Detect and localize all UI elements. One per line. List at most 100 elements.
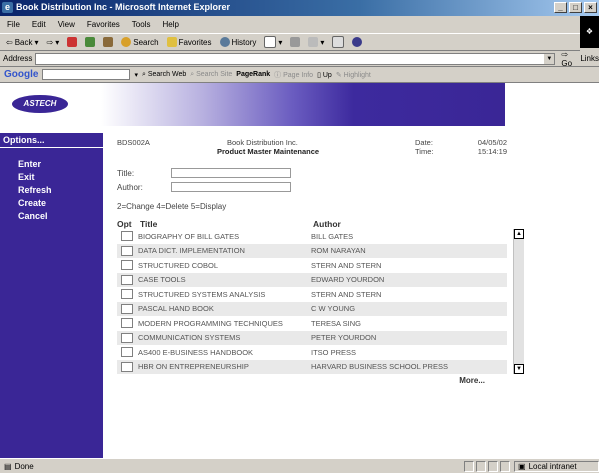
edit-icon	[308, 37, 319, 47]
address-input[interactable]: ▼	[35, 52, 556, 65]
screen-header: BDS002A Book Distribution Inc. Product M…	[117, 138, 507, 166]
google-logo[interactable]: Google	[4, 69, 38, 80]
print-button[interactable]	[288, 37, 302, 47]
table-row: BIOGRAPHY OF BILL GATES BILL GATES	[117, 229, 507, 244]
status-segment	[488, 460, 498, 472]
menu-tools[interactable]: Tools	[129, 20, 154, 29]
search-site-label: Search Site	[196, 70, 233, 78]
row-author: ITSO PRESS	[311, 347, 357, 357]
title-filter-label: Title:	[117, 168, 135, 178]
search-button[interactable]: Search	[119, 37, 160, 47]
chevron-down-icon[interactable]: ▼	[544, 53, 555, 64]
chevron-down-icon: ▾	[278, 37, 283, 47]
menu-favorites[interactable]: Favorites	[84, 20, 123, 29]
favorites-button[interactable]: Favorites	[165, 37, 214, 47]
option-input[interactable]	[121, 318, 133, 329]
sidebar-item-enter[interactable]: Enter	[18, 158, 103, 171]
pagerank-indicator[interactable]: PageRank	[236, 71, 270, 78]
search-web-label: Search Web	[147, 70, 187, 78]
scroll-down-button[interactable]: ▼	[514, 364, 524, 374]
company-name: Book Distribution Inc.	[227, 138, 298, 147]
menu-view[interactable]: View	[55, 20, 78, 29]
back-button[interactable]: ⇦ Back ▾	[4, 38, 41, 47]
chevron-down-icon[interactable]: ▾	[134, 71, 138, 79]
favorites-icon	[166, 37, 177, 47]
security-zone: ▣ Local intranet	[514, 460, 599, 472]
maximize-button[interactable]: □	[569, 2, 582, 13]
screen-title: Product Master Maintenance	[217, 147, 320, 156]
history-icon	[219, 37, 230, 47]
menu-edit[interactable]: Edit	[29, 20, 49, 29]
row-author: STERN AND STERN	[311, 260, 382, 270]
menu-help[interactable]: Help	[159, 20, 181, 29]
main-content: BDS002A Book Distribution Inc. Product M…	[117, 138, 524, 385]
forward-button[interactable]: ⇨ ▾	[45, 38, 62, 47]
mail-icon	[264, 36, 277, 48]
links-button[interactable]: Links	[580, 54, 599, 63]
highlight-button[interactable]: ✎ Highlight	[336, 71, 371, 79]
refresh-button[interactable]	[83, 37, 97, 47]
mail-button[interactable]: ▾	[262, 36, 284, 48]
menu-file[interactable]: File	[4, 20, 23, 29]
row-author: ROM NARAYAN	[311, 246, 366, 256]
author-filter-input[interactable]	[171, 182, 291, 192]
row-title: PASCAL HAND BOOK	[138, 304, 214, 314]
close-button[interactable]: ×	[584, 2, 597, 13]
edit-button[interactable]: ▾	[306, 37, 326, 47]
row-author: TERESA SING	[311, 318, 362, 328]
option-input[interactable]	[121, 260, 133, 271]
option-input[interactable]	[121, 245, 133, 256]
row-author: PETER YOURDON	[311, 333, 377, 343]
messenger-button[interactable]	[350, 37, 364, 47]
search-web-button[interactable]: ⌕ Search Web	[142, 71, 186, 79]
row-author: STERN AND STERN	[311, 289, 382, 299]
row-author: BILL GATES	[311, 231, 354, 241]
option-input[interactable]	[121, 231, 133, 242]
title-filter-input[interactable]	[171, 168, 291, 178]
row-title: CASE TOOLS	[138, 275, 186, 285]
sidebar-item-create[interactable]: Create	[18, 197, 103, 210]
status-section: ▤ Done	[0, 462, 462, 471]
table-row: MODERN PROGRAMMING TECHNIQUES TERESA SING	[117, 316, 507, 331]
author-filter-label: Author:	[117, 182, 143, 192]
scroll-up-button[interactable]: ▲	[514, 229, 524, 239]
sidebar-item-refresh[interactable]: Refresh	[18, 184, 103, 197]
option-legend: 2=Change 4=Delete 5=Display	[117, 202, 227, 211]
company-logo: ASTECH	[12, 95, 68, 113]
minimize-button[interactable]: _	[554, 2, 567, 13]
table-row: COMMUNICATION SYSTEMS PETER YOURDON	[117, 330, 507, 345]
up-button[interactable]: ▯ Up	[317, 71, 332, 79]
page-info-button[interactable]: ⓘ Page Info	[274, 70, 313, 80]
option-input[interactable]	[121, 274, 133, 285]
print-icon	[290, 37, 301, 47]
history-button[interactable]: History	[218, 37, 259, 47]
option-input[interactable]	[121, 361, 133, 372]
row-author: HARVARD BUSINESS SCHOOL PRESS	[311, 362, 448, 372]
list-scrollbar[interactable]: ▲ ▼	[513, 229, 524, 374]
home-button[interactable]	[101, 37, 115, 47]
table-row: AS400 E-BUSINESS HANDBOOK ITSO PRESS	[117, 345, 507, 360]
row-title: STRUCTURED SYSTEMS ANALYSIS	[138, 289, 266, 299]
row-title: STRUCTURED COBOL	[138, 260, 219, 270]
highlight-label: Highlight	[343, 71, 371, 79]
sidebar-item-cancel[interactable]: Cancel	[18, 210, 103, 223]
row-title: COMMUNICATION SYSTEMS	[138, 333, 241, 343]
option-input[interactable]	[121, 303, 133, 314]
options-header[interactable]: Options...	[0, 133, 103, 148]
refresh-icon	[85, 37, 96, 47]
option-input[interactable]	[121, 347, 133, 358]
up-label: Up	[322, 71, 332, 79]
windows-logo-icon: ❖	[580, 16, 599, 48]
search-site-button[interactable]: ⌕ Search Site	[190, 71, 232, 79]
google-search-input[interactable]	[42, 69, 131, 80]
option-input[interactable]	[121, 332, 133, 343]
zone-label: Local intranet	[528, 461, 577, 471]
more-link[interactable]: More...	[117, 376, 507, 385]
sidebar-item-exit[interactable]: Exit	[18, 171, 103, 184]
discuss-button[interactable]	[330, 36, 346, 48]
go-button[interactable]: ⇨ Go	[561, 50, 572, 68]
page-info-label: Page Info	[283, 71, 314, 79]
time-value: 15:14:19	[477, 147, 507, 156]
stop-button[interactable]	[65, 37, 79, 47]
option-input[interactable]	[121, 289, 133, 300]
